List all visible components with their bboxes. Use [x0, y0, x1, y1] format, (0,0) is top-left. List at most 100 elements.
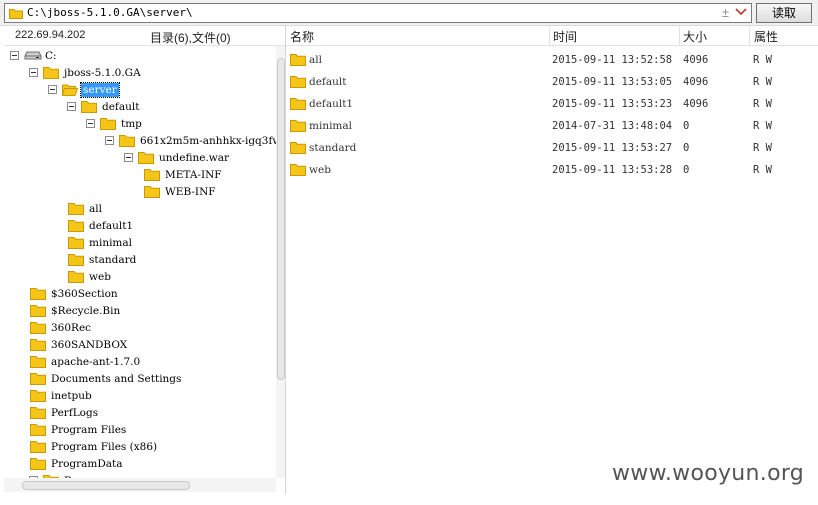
column-divider[interactable] [749, 26, 750, 46]
tree-vertical-scrollbar[interactable] [276, 46, 285, 478]
tree-item-label: undefine.war [159, 152, 230, 164]
file-time: 2014-07-31 13:48:04 [552, 120, 673, 132]
folder-icon [30, 373, 46, 385]
tree-item-label: Documents and Settings [51, 373, 182, 385]
folder-icon [30, 424, 46, 436]
folder-icon [290, 164, 306, 176]
tree-item-label: apache-ant-1.7.0 [51, 356, 141, 368]
file-row[interactable]: standard 2015-09-11 13:53:27 0 R W [287, 137, 818, 159]
tree-horizontal-scrollbar[interactable] [4, 478, 276, 492]
server-ip: 222.69.94.202 [15, 29, 86, 41]
folder-icon [290, 142, 306, 154]
folder-icon [30, 390, 46, 402]
column-divider[interactable] [679, 26, 680, 46]
tree-item-label: PerfLogs [51, 407, 99, 419]
collapse-toggle-icon[interactable] [48, 85, 57, 94]
directory-tree-panel: 222.69.94.202 目录(6),文件(0) C: jboss-5.1.0.… [4, 26, 286, 494]
tree-item-label: tmp [121, 118, 142, 130]
column-header-time[interactable]: 时间 [553, 28, 577, 45]
file-attr: R W [753, 142, 772, 154]
folder-icon [138, 152, 154, 164]
file-attr: R W [753, 164, 772, 176]
file-name: web [309, 164, 331, 176]
file-size: 0 [683, 120, 690, 132]
file-size: 4096 [683, 76, 709, 88]
folder-icon [43, 67, 59, 79]
collapse-toggle-icon[interactable] [124, 153, 133, 162]
folder-icon [30, 339, 46, 351]
watermark: www.wooyun.org [612, 461, 805, 486]
file-name: default [309, 76, 347, 88]
tree-item-label: standard [89, 254, 137, 266]
folder-icon [68, 203, 84, 215]
tree-item-label: 661x2m5m-anhhkx-igq3fw [140, 135, 282, 147]
folder-icon [119, 135, 135, 147]
folder-icon [68, 254, 84, 266]
tree-item-label: Program Files [51, 424, 127, 436]
file-time: 2015-09-11 13:53:28 [552, 164, 673, 176]
column-header-name[interactable]: 名称 [290, 28, 314, 45]
folder-icon [30, 305, 46, 317]
scroll-thumb[interactable] [277, 58, 285, 380]
file-size: 0 [683, 164, 690, 176]
tree-item-label: META-INF [165, 169, 222, 181]
mode-toggle-icon[interactable]: ± [722, 5, 729, 20]
tree-item-label: jboss-5.1.0.GA [64, 67, 141, 79]
tree-item-label: 360Rec [51, 322, 92, 334]
tree-item-label: server [80, 82, 120, 98]
folder-icon [30, 356, 46, 368]
file-attr: R W [753, 98, 772, 110]
file-attr: R W [753, 54, 772, 66]
collapse-toggle-icon[interactable] [67, 102, 76, 111]
file-time: 2015-09-11 13:53:27 [552, 142, 673, 154]
file-list-panel: 名称 时间 大小 属性 all 2015-09-11 13:52:58 4096 R … [287, 26, 818, 494]
folder-icon [30, 441, 46, 453]
folder-icon [100, 118, 116, 130]
folder-icon [144, 169, 160, 181]
file-attr: R W [753, 120, 772, 132]
file-row[interactable]: default 2015-09-11 13:53:05 4096 R W [287, 71, 818, 93]
file-time: 2015-09-11 13:53:23 [552, 98, 673, 110]
file-name: default1 [309, 98, 354, 110]
file-attr: R W [753, 76, 772, 88]
file-row[interactable]: default1 2015-09-11 13:53:23 4096 R W [287, 93, 818, 115]
collapse-toggle-icon[interactable] [10, 51, 19, 60]
tree-header: 222.69.94.202 目录(6),文件(0) [4, 26, 285, 46]
folder-icon [9, 9, 23, 19]
file-size: 4096 [683, 98, 709, 110]
read-button[interactable]: 读取 [756, 3, 812, 23]
collapse-toggle-icon[interactable] [105, 136, 114, 145]
path-input[interactable]: C:\jboss-5.1.0.GA\server\ ± [4, 3, 752, 23]
folder-icon [290, 54, 306, 66]
file-row[interactable]: web 2015-09-11 13:53:28 0 R W [287, 159, 818, 181]
tree-item-label: C: [45, 50, 57, 62]
file-time: 2015-09-11 13:53:05 [552, 76, 673, 88]
collapse-toggle-icon[interactable] [86, 119, 95, 128]
tree-item-label: $Recycle.Bin [51, 305, 121, 317]
column-divider[interactable] [549, 26, 550, 46]
folder-open-icon [62, 84, 78, 96]
file-row[interactable]: minimal 2014-07-31 13:48:04 0 R W [287, 115, 818, 137]
folder-icon [68, 271, 84, 283]
chevron-down-icon[interactable] [735, 7, 747, 17]
path-text: C:\jboss-5.1.0.GA\server\ [27, 6, 193, 19]
tree-item-label: default1 [89, 220, 134, 232]
drive-icon [24, 51, 42, 60]
folder-icon [30, 407, 46, 419]
collapse-toggle-icon[interactable] [29, 68, 38, 77]
file-time: 2015-09-11 13:52:58 [552, 54, 673, 66]
file-size: 4096 [683, 54, 709, 66]
address-bar: C:\jboss-5.1.0.GA\server\ ± 读取 [0, 0, 818, 26]
tree-item-label: WEB-INF [165, 186, 216, 198]
folder-icon [81, 101, 97, 113]
file-name: standard [309, 142, 357, 154]
tree-item-label: default [102, 101, 140, 113]
file-row[interactable]: all 2015-09-11 13:52:58 4096 R W [287, 49, 818, 71]
tree-item-label: all [89, 203, 102, 215]
column-header-attr[interactable]: 属性 [754, 28, 778, 45]
folder-icon [68, 237, 84, 249]
scroll-thumb[interactable] [22, 481, 190, 490]
column-header-size[interactable]: 大小 [683, 28, 707, 45]
tree-item-label: inetpub [51, 390, 92, 402]
folder-icon [290, 120, 306, 132]
